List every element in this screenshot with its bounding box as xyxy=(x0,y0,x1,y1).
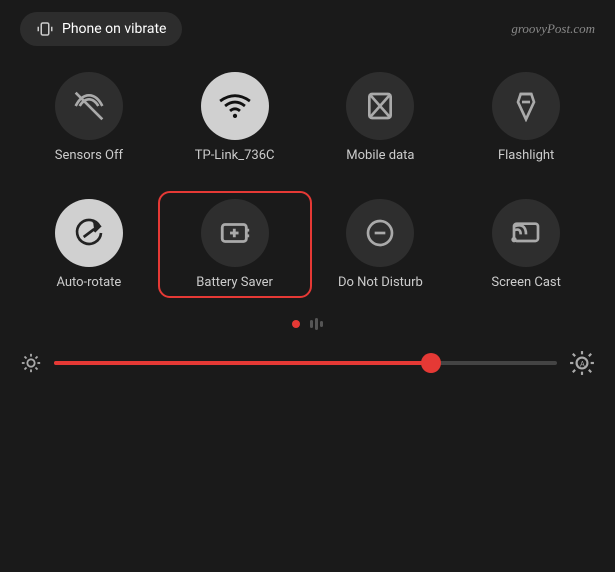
vibrate-pill: Phone on vibrate xyxy=(20,12,182,46)
qs-do-not-disturb[interactable]: Do Not Disturb xyxy=(308,189,454,300)
qs-flashlight[interactable]: Flashlight xyxy=(453,62,599,173)
sensors-off-icon xyxy=(73,90,105,122)
auto-rotate-icon-circle xyxy=(55,199,123,267)
auto-rotate-icon xyxy=(73,217,105,249)
brightness-high-icon: A xyxy=(569,350,595,376)
screen-cast-icon xyxy=(510,217,542,249)
qs-screen-cast[interactable]: Screen Cast xyxy=(453,189,599,300)
dnd-label: Do Not Disturb xyxy=(338,275,423,290)
wifi-icon xyxy=(218,89,252,123)
wifi-icon-circle xyxy=(201,72,269,140)
flashlight-icon-circle xyxy=(492,72,560,140)
battery-saver-label: Battery Saver xyxy=(196,275,273,290)
mobile-data-icon-circle xyxy=(346,72,414,140)
waveform xyxy=(310,318,323,330)
battery-saver-icon-circle xyxy=(201,199,269,267)
battery-saver-icon xyxy=(218,216,252,250)
vibrate-label: Phone on vibrate xyxy=(62,21,166,37)
brightness-fill xyxy=(54,361,431,365)
qs-battery-saver[interactable]: Battery Saver xyxy=(162,189,308,300)
brightness-thumb[interactable] xyxy=(421,353,441,373)
dnd-icon-circle xyxy=(346,199,414,267)
sensors-off-label: Sensors Off xyxy=(55,148,123,163)
brightness-low-icon xyxy=(20,352,42,374)
brightness-track[interactable] xyxy=(54,361,557,365)
dot-active xyxy=(292,320,300,328)
wifi-label: TP-Link_736C xyxy=(195,148,275,163)
flashlight-label: Flashlight xyxy=(498,148,554,163)
vibrate-icon xyxy=(36,20,54,38)
top-bar: Phone on vibrate groovyPost.com xyxy=(0,0,615,54)
mobile-data-icon xyxy=(364,90,396,122)
qs-mobile-data[interactable]: Mobile data xyxy=(308,62,454,173)
flashlight-icon xyxy=(510,90,542,122)
qs-sensors-off[interactable]: Sensors Off xyxy=(16,62,162,173)
svg-text:A: A xyxy=(580,359,585,368)
qs-wifi[interactable]: TP-Link_736C xyxy=(162,62,308,173)
brightness-bar: A xyxy=(0,338,615,376)
quick-settings-row-1: Sensors Off TP-Link_736C Mobile data xyxy=(0,54,615,181)
auto-rotate-label: Auto-rotate xyxy=(56,275,121,290)
pagination-dots xyxy=(0,308,615,338)
sensors-off-icon-circle xyxy=(55,72,123,140)
qs-auto-rotate[interactable]: Auto-rotate xyxy=(16,189,162,300)
dnd-icon xyxy=(364,217,396,249)
watermark: groovyPost.com xyxy=(511,21,595,37)
mobile-data-label: Mobile data xyxy=(346,148,414,163)
screen-cast-icon-circle xyxy=(492,199,560,267)
screen-cast-label: Screen Cast xyxy=(491,275,561,290)
quick-settings-row-2: Auto-rotate Battery Saver Do Not Disturb xyxy=(0,181,615,308)
